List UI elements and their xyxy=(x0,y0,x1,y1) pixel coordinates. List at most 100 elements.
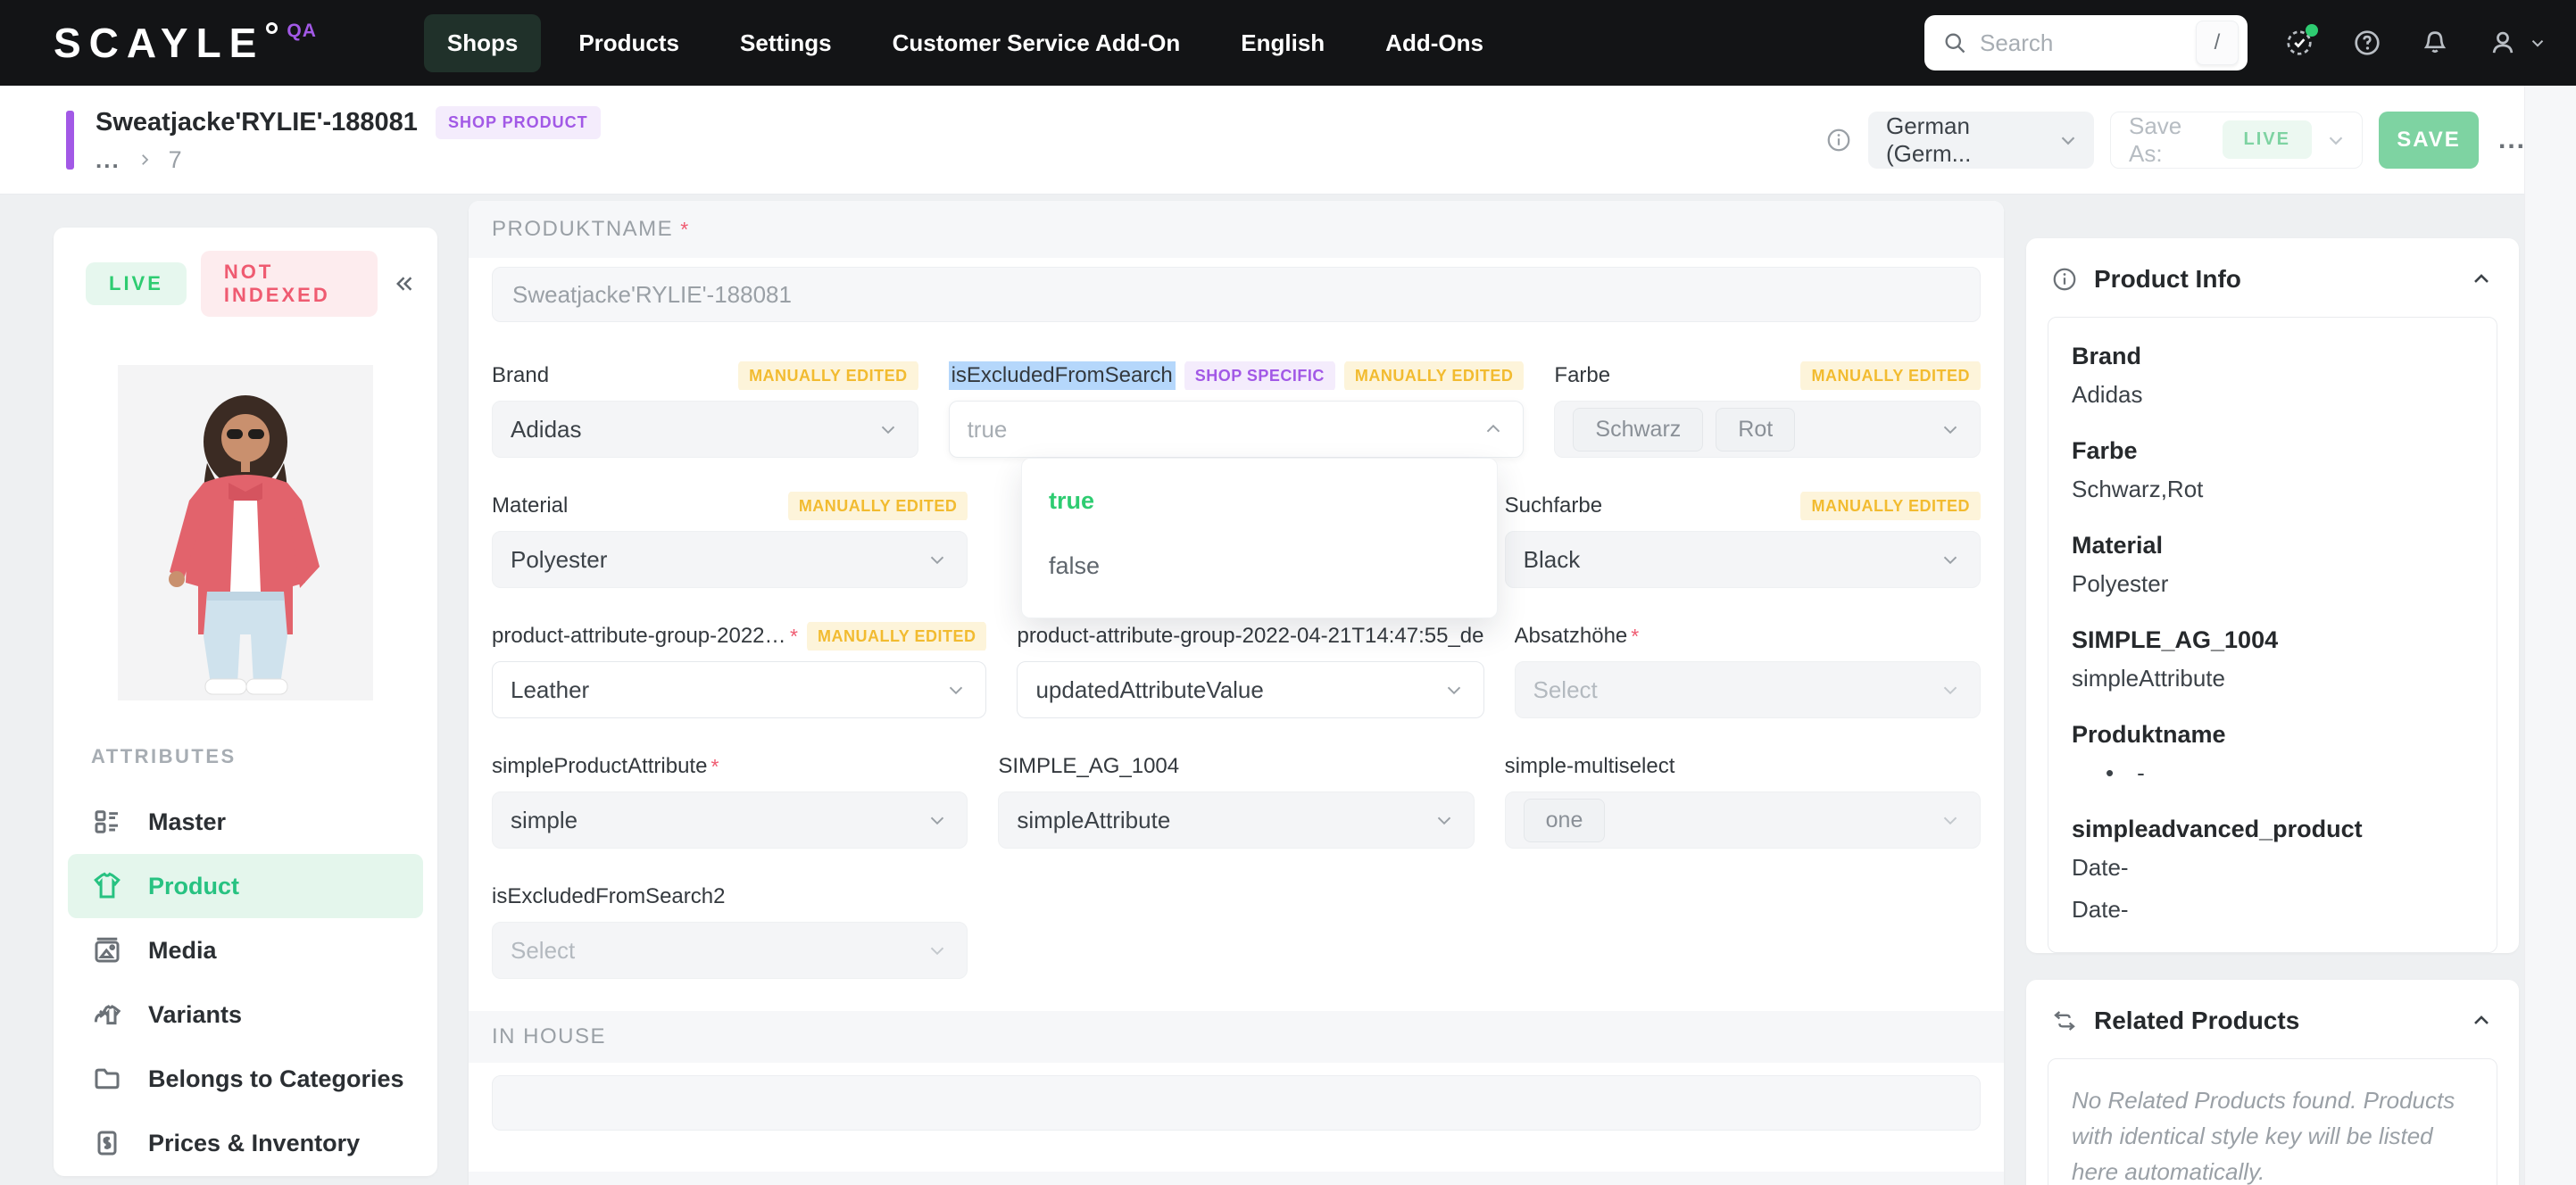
chevron-down-icon xyxy=(931,816,944,825)
collapse-panel-icon[interactable] xyxy=(2469,267,2494,292)
sidebar-item-label: Master xyxy=(148,808,227,835)
select-value: Polyester xyxy=(511,545,608,573)
nav-item-products[interactable]: Products xyxy=(555,14,702,72)
breadcrumb-ellipsis[interactable]: ... xyxy=(96,146,120,174)
form-row-3: product-attribute-group-2022-04-21T...*M… xyxy=(469,622,2004,718)
simple-multiselect-select[interactable]: one xyxy=(1504,791,1981,849)
chevron-down-icon xyxy=(1943,556,1957,565)
select-value: Black xyxy=(1523,545,1581,573)
status-badges: LIVE NOT INDEXED xyxy=(54,228,437,317)
product-attribute-group-de-select[interactable]: updatedAttributeValue xyxy=(1017,661,1484,718)
field-farbe: Farbe MANUALLY EDITED Schwarz Rot xyxy=(1554,361,1981,458)
dropdown-option-false[interactable]: false xyxy=(1049,552,1470,580)
bullet-icon: • xyxy=(2106,759,2115,786)
field-label: product-attribute-group-2022-04-21T... xyxy=(492,624,786,648)
sidebar-item-variants[interactable]: Variants xyxy=(68,982,423,1047)
absatzhoehe-select[interactable]: Select xyxy=(1514,661,1981,718)
is-excluded-from-search-select[interactable]: true xyxy=(948,401,1525,458)
notifications-bell-icon[interactable] xyxy=(2419,27,2451,59)
info-label: Produktname xyxy=(2072,721,2226,748)
search-shortcut-key: / xyxy=(2196,21,2239,65)
attributes-nav: Master Product Media Variants Belongs to… xyxy=(54,790,437,1185)
multiselect-chip-one[interactable]: one xyxy=(1523,798,1606,842)
top-nav-right: Search / xyxy=(1924,15,2547,70)
master-icon xyxy=(95,810,118,833)
sidebar-item-product[interactable]: Product xyxy=(68,854,423,918)
nav-item-add-ons[interactable]: Add-Ons xyxy=(1362,14,1507,72)
collapse-sidebar-icon[interactable] xyxy=(392,269,416,299)
produktname-input[interactable]: Sweatjacke'RYLIE'-188081 xyxy=(492,267,1981,322)
sidebar-item-media[interactable]: Media xyxy=(68,918,423,982)
title-block: Sweatjacke'RYLIE'-188081 SHOP PRODUCT ..… xyxy=(96,105,601,174)
simple-product-attribute-select[interactable]: simple xyxy=(492,791,968,849)
scrollbar-track[interactable] xyxy=(2524,86,2576,1185)
sidebar-item-label: Belongs to Categories xyxy=(148,1065,404,1092)
sidebar-item-label: Prices & Inventory xyxy=(148,1129,361,1156)
status-dot xyxy=(2306,24,2318,37)
chevron-down-icon xyxy=(1437,816,1450,825)
sidebar-item-insights[interactable]: Insights xyxy=(68,1175,423,1185)
field-material: Material MANUALLY EDITED Polyester xyxy=(492,492,968,588)
nav-item-customer-service-add-on[interactable]: Customer Service Add-On xyxy=(869,14,1204,72)
status-check-icon[interactable] xyxy=(2283,24,2318,59)
is-excluded-from-search2-select[interactable]: Select xyxy=(492,922,968,979)
info-icon[interactable] xyxy=(1825,127,1852,153)
not-indexed-badge: NOT INDEXED xyxy=(200,251,378,317)
field-is-excluded-from-search: isExcludedFromSearch SHOP SPECIFIC MANUALL… xyxy=(948,361,1525,458)
nav-item-settings[interactable]: Settings xyxy=(717,14,855,72)
page-title: Sweatjacke'RYLIE'-188081 xyxy=(96,107,418,137)
manually-edited-badge: MANUALLY EDITED xyxy=(787,492,968,520)
select-placeholder: Select xyxy=(511,936,576,964)
qa-badge: QA xyxy=(287,21,317,41)
farbe-chip-schwarz[interactable]: Schwarz xyxy=(1573,407,1704,452)
save-as-select[interactable]: Save As: LIVE xyxy=(2109,111,2363,169)
language-select[interactable]: German (Germ... xyxy=(1867,111,2094,169)
select-value: Leather xyxy=(511,675,590,703)
brand-select[interactable]: Adidas xyxy=(492,401,918,458)
save-button[interactable]: SAVE xyxy=(2378,111,2479,169)
nav-item-shops[interactable]: Shops xyxy=(423,13,542,72)
related-products-icon xyxy=(2054,1011,2075,1031)
sidebar-item-master[interactable]: Master xyxy=(68,790,423,854)
manually-edited-badge: MANUALLY EDITED xyxy=(1800,492,1981,520)
more-actions-button[interactable]: ... xyxy=(2498,125,2526,155)
product-attribute-group-select[interactable]: Leather xyxy=(492,661,987,718)
collapse-panel-icon[interactable] xyxy=(2469,1008,2494,1033)
breadcrumb-page: 7 xyxy=(168,145,182,173)
info-value: Schwarz,Rot xyxy=(2072,476,2204,502)
select-value: simpleAttribute xyxy=(1017,806,1171,833)
sidebar-item-prices-inventory[interactable]: Prices & Inventory xyxy=(68,1111,423,1175)
chevron-up-icon xyxy=(1487,424,1500,433)
in-house-input[interactable] xyxy=(492,1075,1981,1131)
help-icon[interactable] xyxy=(2351,27,2383,59)
material-select[interactable]: Polyester xyxy=(492,531,968,588)
dropdown-option-true[interactable]: true xyxy=(1049,487,1470,515)
sidebar-item-belongs-to-categories[interactable]: Belongs to Categories xyxy=(68,1047,423,1111)
nav-item-english[interactable]: English xyxy=(1217,14,1348,72)
user-icon xyxy=(2492,31,2514,54)
related-empty-text: No Related Products found. Products with… xyxy=(2072,1087,2456,1185)
info-label: Brand xyxy=(2072,343,2142,369)
live-badge: LIVE xyxy=(86,262,187,305)
breadcrumb-chevron-icon xyxy=(141,154,148,165)
product-info-card: Product Info Brand Adidas Farbe Schwarz,… xyxy=(2026,238,2519,953)
chevron-down-icon xyxy=(1943,816,1957,825)
product-form: PRODUKTNAME * Sweatjacke'RYLIE'-188081 Br… xyxy=(469,201,2004,1185)
search-input[interactable]: Search / xyxy=(1924,15,2248,70)
field-absatzhoehe: Absatzhöhe * Select xyxy=(1514,622,1981,718)
field-suchfarbe: Suchfarbe MANUALLY EDITED Black xyxy=(1504,492,1981,588)
suchfarbe-select[interactable]: Black xyxy=(1504,531,1981,588)
simple-ag-1004-select[interactable]: simpleAttribute xyxy=(998,791,1475,849)
save-as-label: Save As: xyxy=(2128,112,2182,167)
field-simple-ag-1004: SIMPLE_AG_1004 simpleAttribute xyxy=(998,752,1475,849)
sidebar-item-label: Media xyxy=(148,936,217,964)
product-tshirt-icon xyxy=(94,872,120,899)
farbe-chip-rot[interactable]: Rot xyxy=(1716,407,1796,452)
right-panel: Product Info Brand Adidas Farbe Schwarz,… xyxy=(2026,238,2519,1185)
field-label: Absatzhöhe xyxy=(1514,624,1628,648)
info-label: simpleadvanced_product xyxy=(2072,816,2363,842)
farbe-multiselect[interactable]: Schwarz Rot xyxy=(1554,401,1981,458)
user-menu[interactable] xyxy=(2487,27,2547,59)
info-value: Adidas xyxy=(2072,381,2143,408)
field-label: Suchfarbe xyxy=(1504,493,1603,518)
